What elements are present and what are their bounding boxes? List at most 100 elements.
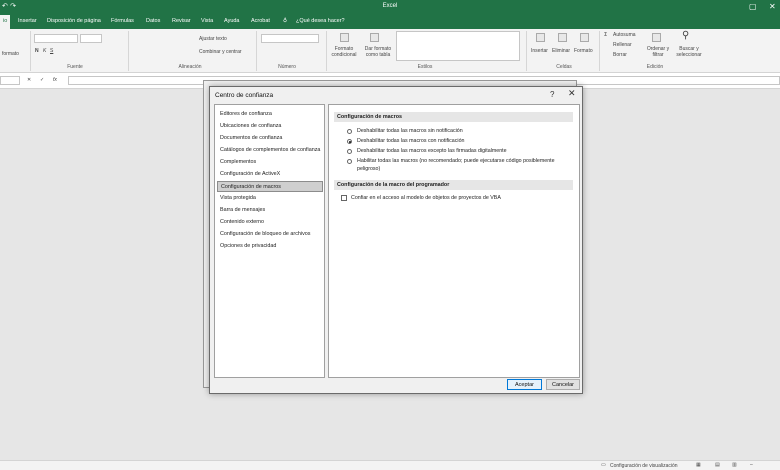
ribbon-tabs: io Insertar Disposición de página Fórmul… [0, 14, 780, 29]
nav-item-trusted-publishers[interactable]: Editores de confianza [217, 109, 323, 120]
group-separator [256, 31, 257, 71]
delete-cells-button[interactable]: Eliminar [552, 48, 570, 54]
group-separator [326, 31, 327, 71]
nav-item-addins[interactable]: Complementos [217, 157, 323, 168]
ribbon: formato N K S Fuente Ajustar texto Combi… [0, 29, 780, 73]
tab-help[interactable]: Ayuda [224, 18, 240, 24]
font-size-select[interactable] [80, 34, 102, 43]
tab-formulas[interactable]: Fórmulas [111, 18, 134, 24]
nav-item-trusted-addin-catalogs[interactable]: Catálogos de complementos de confianza [217, 145, 323, 156]
group-label-font: Fuente [67, 64, 83, 70]
group-label-alignment: Alineación [178, 64, 202, 70]
trust-center-dialog: Centro de confianza ? ✕ Editores de conf… [209, 86, 583, 394]
lightbulb-icon: ♁ [283, 18, 288, 24]
settings-panel: Configuración de macros Deshabilitar tod… [328, 104, 580, 378]
find-select-button[interactable]: Buscar y seleccionar [673, 46, 705, 58]
tab-page-layout[interactable]: Disposición de página [47, 18, 101, 24]
nav-item-protected-view[interactable]: Vista protegida [217, 193, 323, 204]
merge-center-button[interactable]: Combinar y centrar [199, 49, 242, 55]
group-label-cells: Celdas [556, 64, 572, 70]
format-as-table-button[interactable]: Dar formato como tabla [361, 46, 395, 58]
nav-item-trusted-documents[interactable]: Documentos de confianza [217, 133, 323, 144]
developer-settings-header: Configuración de la macro del programado… [334, 180, 573, 190]
tab-view[interactable]: Vista [201, 18, 213, 24]
sort-filter-button[interactable]: Ordenar y filtrar [644, 46, 672, 58]
conditional-format-button[interactable]: Formato condicional [328, 46, 360, 58]
checkbox-label: Confiar en el acceso al modelo de objeto… [351, 195, 501, 201]
radio-button[interactable] [347, 149, 352, 154]
format-cells-button[interactable]: Formato [574, 48, 593, 54]
fill-button[interactable]: Rellenar [613, 42, 632, 48]
tell-me-box[interactable]: ¿Qué desea hacer? [296, 18, 345, 24]
radio-label: Deshabilitar todas las macros sin notifi… [357, 128, 463, 134]
format-cells-icon [580, 33, 589, 42]
group-separator [128, 31, 129, 71]
name-box[interactable] [0, 76, 20, 85]
radio-button-selected[interactable] [347, 139, 352, 144]
tab-home[interactable]: io [0, 15, 11, 29]
radio-button[interactable] [347, 159, 352, 164]
title-bar: ↶ ↷ Excel ▢ ✕ [0, 0, 780, 14]
macro-settings-header: Configuración de macros [334, 112, 573, 122]
group-label-editing: Edición [646, 64, 664, 70]
group-separator [30, 31, 31, 71]
insert-cells-button[interactable]: Insertar [531, 48, 548, 54]
underline-button[interactable]: S [50, 48, 53, 54]
tab-acrobat[interactable]: Acrobat [251, 18, 270, 24]
tab-insert[interactable]: Insertar [18, 18, 37, 24]
conditional-format-icon [340, 33, 349, 42]
font-name-select[interactable] [34, 34, 78, 43]
autosum-button[interactable]: Autosuma [613, 32, 636, 38]
cell-styles-gallery[interactable] [396, 31, 520, 61]
tab-data[interactable]: Datos [146, 18, 160, 24]
close-window-icon[interactable]: ✕ [769, 2, 776, 11]
nav-item-message-bar[interactable]: Barra de mensajes [217, 205, 323, 216]
radio-label: Deshabilitar todas las macros excepto la… [357, 148, 507, 154]
delete-cells-icon [558, 33, 567, 42]
nav-item-macro-settings[interactable]: Configuración de macros [217, 181, 323, 192]
close-icon[interactable]: ✕ [568, 89, 576, 99]
autosum-icon: Σ [604, 32, 608, 38]
radio-label: Deshabilitar todas las macros con notifi… [357, 138, 465, 144]
group-label-styles: Estilos [417, 64, 433, 70]
clipboard-fragment[interactable]: formato [2, 51, 19, 57]
clear-button[interactable]: Borrar [613, 52, 627, 58]
find-magnifier-icon: ⚲ [682, 30, 690, 41]
display-settings-icon: ▭ [601, 462, 606, 468]
group-separator [526, 31, 527, 71]
group-label-number: Número [278, 64, 296, 70]
help-icon[interactable]: ? [550, 90, 554, 99]
restore-icon[interactable]: ▢ [749, 2, 757, 11]
italic-button[interactable]: K [43, 48, 46, 54]
cancel-button[interactable]: Cancelar [546, 379, 580, 390]
wrap-text-button[interactable]: Ajustar texto [199, 36, 227, 42]
enter-entry-icon[interactable]: ✓ [40, 77, 44, 83]
window-title: Excel [382, 3, 398, 9]
vba-trust-checkbox[interactable] [341, 195, 347, 201]
status-bar: ▭ Configuración de visualización ▦ ▤ ▥ – [0, 460, 780, 470]
nav-item-file-block-settings[interactable]: Configuración de bloqueo de archivos [217, 229, 323, 240]
page-layout-view-icon[interactable]: ▤ [715, 462, 720, 468]
nav-item-activex-settings[interactable]: Configuración de ActiveX [217, 169, 323, 180]
bold-button[interactable]: N [35, 48, 39, 54]
insert-function-icon[interactable]: fx [53, 77, 57, 83]
format-table-icon [370, 33, 379, 42]
sort-filter-icon [652, 33, 661, 42]
category-nav: Editores de confianza Ubicaciones de con… [214, 104, 325, 378]
normal-view-icon[interactable]: ▦ [696, 462, 701, 468]
number-format-select[interactable] [261, 34, 319, 43]
ok-button[interactable]: Aceptar [507, 379, 542, 390]
nav-item-trusted-locations[interactable]: Ubicaciones de confianza [217, 121, 323, 132]
insert-cells-icon [536, 33, 545, 42]
nav-item-external-content[interactable]: Contenido externo [217, 217, 323, 228]
tab-review[interactable]: Revisar [172, 18, 191, 24]
cancel-entry-icon[interactable]: ✕ [27, 77, 31, 83]
display-settings-button[interactable]: Configuración de visualización [610, 463, 678, 469]
nav-item-privacy-options[interactable]: Opciones de privacidad [217, 241, 323, 252]
group-separator [599, 31, 600, 71]
radio-button[interactable] [347, 129, 352, 134]
radio-label: Habilitar todas las macros (no recomenda… [357, 158, 555, 172]
page-break-view-icon[interactable]: ▥ [732, 462, 737, 468]
zoom-out-button[interactable]: – [750, 462, 753, 468]
dialog-title: Centro de confianza [215, 92, 274, 99]
